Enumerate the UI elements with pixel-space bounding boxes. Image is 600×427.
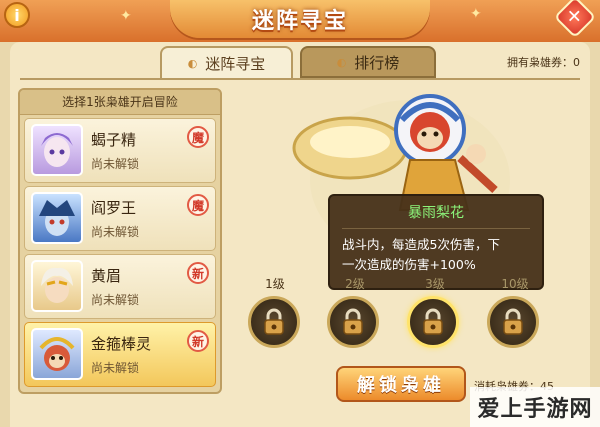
tab-maze-treasure[interactable]: ◐ 迷阵寻宝	[160, 46, 293, 78]
close-icon: ✕	[567, 6, 583, 28]
hero-status: 尚未解锁	[91, 225, 140, 239]
new-badge: 新	[187, 330, 209, 352]
avatar	[31, 260, 83, 312]
tab-label: 排行榜	[354, 53, 400, 72]
hero-status: 尚未解锁	[91, 293, 140, 307]
hero-name: 蝎子精	[91, 131, 137, 149]
level-label: 1级	[265, 277, 285, 291]
skill-description: 战斗内，每造成5次伤害，下 一次造成的伤害+100%	[330, 233, 542, 275]
title-plaque: 迷阵寻宝	[170, 0, 430, 38]
ticket-count: 拥有枭雄券：0	[507, 56, 580, 69]
lock-icon	[503, 308, 523, 335]
skill-slot-3[interactable]	[407, 296, 459, 348]
level-label: 3级	[425, 277, 445, 291]
hero-card-yama[interactable]: 阎罗王 尚未解锁 魔	[24, 186, 216, 251]
hero-status: 尚未解锁	[91, 157, 140, 171]
skill-slot-2[interactable]	[327, 296, 379, 348]
hero-name: 阎罗王	[91, 199, 137, 217]
skill-title: 暴雨梨花	[408, 205, 464, 221]
lock-icon	[423, 308, 443, 335]
avatar	[31, 124, 83, 176]
avatar	[31, 192, 83, 244]
hero-list-header: 选择1张枭雄开启冒险	[20, 90, 220, 115]
demon-badge: 魔	[187, 194, 209, 216]
tab-label: 迷阵寻宝	[205, 54, 266, 73]
swirl-icon: ◐	[336, 55, 347, 69]
hero-name: 黄眉	[91, 267, 122, 285]
swirl-icon: ◐	[187, 56, 198, 70]
hero-card-yellow-brow[interactable]: 黄眉 尚未解锁 新	[24, 254, 216, 319]
avatar	[31, 328, 83, 380]
tab-leaderboard[interactable]: ◐ 排行榜	[300, 46, 436, 78]
info-icon[interactable]: i	[4, 2, 30, 28]
skill-description-line: 一次造成的伤害+100%	[342, 257, 476, 272]
hero-status: 尚未解锁	[91, 361, 140, 375]
new-badge: 新	[187, 262, 209, 284]
hero-name: 金箍棒灵	[91, 335, 152, 353]
lock-icon	[343, 308, 363, 335]
site-watermark: 爱上手游网	[470, 387, 600, 427]
unlock-hero-button[interactable]: 解锁枭雄	[336, 366, 466, 402]
page-title: 迷阵寻宝	[251, 9, 348, 34]
skill-description-line: 战斗内，每造成5次伤害，下	[342, 237, 500, 252]
hero-list[interactable]: 选择1张枭雄开启冒险 蝎子精 尚未解锁 魔 阎罗王 尚未解锁 魔 黄眉 尚未解锁…	[18, 88, 222, 394]
skill-slot-4[interactable]	[487, 296, 539, 348]
level-label: 2级	[345, 277, 365, 291]
hero-card-golden-staff[interactable]: 金箍棒灵 尚未解锁 新	[24, 322, 216, 387]
hero-card-scorpion[interactable]: 蝎子精 尚未解锁 魔	[24, 118, 216, 183]
demon-badge: 魔	[187, 126, 209, 148]
tooltip-divider	[342, 228, 530, 229]
firework-decoration: ✦	[470, 6, 482, 22]
firework-decoration: ✦	[120, 8, 132, 24]
lock-icon	[264, 308, 284, 335]
skill-slot-1[interactable]	[248, 296, 300, 348]
level-label: 10级	[501, 277, 529, 291]
